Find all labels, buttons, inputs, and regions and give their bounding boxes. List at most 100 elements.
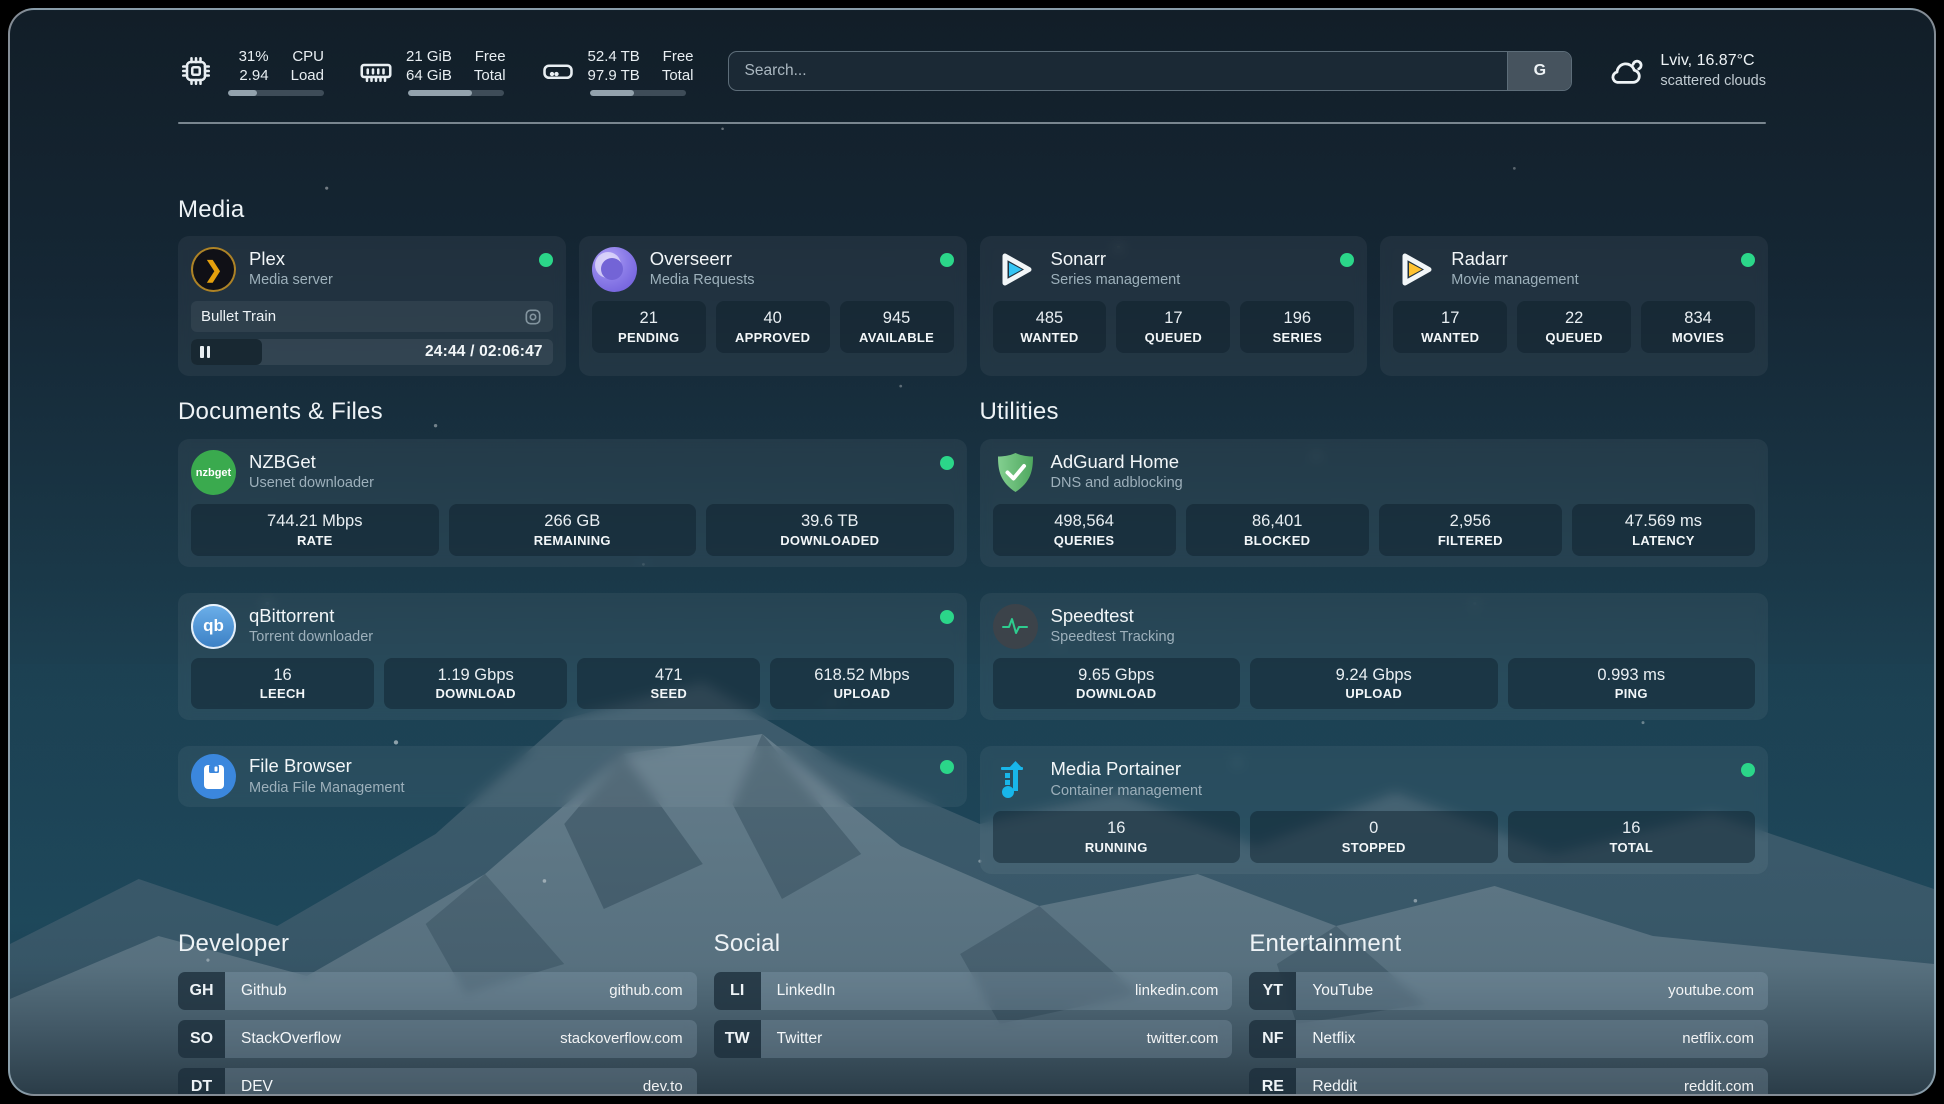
link-name: Github bbox=[241, 982, 609, 1000]
app-description: Media File Management bbox=[249, 780, 927, 796]
status-online-dot bbox=[940, 456, 954, 470]
link-name: Twitter bbox=[777, 1030, 1147, 1048]
app-card-portainer[interactable]: Media Portainer Container management 16R… bbox=[980, 746, 1769, 874]
link-abbr-badge: LI bbox=[714, 972, 761, 1010]
radarr-icon bbox=[1393, 247, 1438, 292]
cpu-stat-group: 31%2.94 CPULoad bbox=[178, 47, 324, 96]
stat-upload: 9.24 GbpsUPLOAD bbox=[1250, 658, 1498, 710]
social-links-column: Social LI LinkedIn linkedin.com TW Twitt… bbox=[714, 930, 1233, 1096]
media-cards-row: ❯ Plex Media server Bullet Train bbox=[178, 236, 1768, 376]
app-card-radarr[interactable]: Radarr Movie management 17WANTED 22QUEUE… bbox=[1380, 236, 1768, 376]
link-url: twitter.com bbox=[1147, 1030, 1219, 1047]
stat-upload: 618.52 MbpsUPLOAD bbox=[770, 658, 953, 710]
entertainment-links-column: Entertainment YT YouTube youtube.com NF … bbox=[1249, 930, 1768, 1096]
link-dev[interactable]: DT DEV dev.to bbox=[178, 1068, 697, 1096]
stat-seed: 471SEED bbox=[577, 658, 760, 710]
link-name: StackOverflow bbox=[241, 1030, 560, 1048]
qbittorrent-icon: qb bbox=[191, 604, 236, 649]
stat-running: 16RUNNING bbox=[993, 811, 1241, 863]
status-online-dot bbox=[539, 253, 553, 267]
link-url: linkedin.com bbox=[1135, 982, 1218, 999]
app-card-overseerr[interactable]: Overseerr Media Requests 21PENDING 40APP… bbox=[579, 236, 967, 376]
now-playing-row: Bullet Train bbox=[191, 301, 553, 332]
developer-links-column: Developer GH Github github.com SO StackO… bbox=[178, 930, 697, 1096]
link-reddit[interactable]: RE Reddit reddit.com bbox=[1249, 1068, 1768, 1096]
stat-available: 945AVAILABLE bbox=[840, 301, 954, 353]
app-name: Sonarr bbox=[1051, 248, 1328, 269]
top-bar: 31%2.94 CPULoad 21 GiB64 GiB FreeTotal bbox=[10, 10, 1934, 102]
stat-queued: 22QUEUED bbox=[1517, 301, 1631, 353]
app-card-adguard[interactable]: AdGuard Home DNS and adblocking 498,564Q… bbox=[980, 439, 1769, 567]
documents-column: nzbget NZBGet Usenet downloader 744.21 M… bbox=[178, 439, 967, 807]
stat-filtered: 2,956FILTERED bbox=[1379, 504, 1562, 556]
app-name: Plex bbox=[249, 248, 526, 269]
section-title-documents: Documents & Files bbox=[178, 398, 967, 426]
section-title-entertainment: Entertainment bbox=[1249, 930, 1768, 958]
nzbget-icon: nzbget bbox=[191, 450, 236, 495]
app-card-nzbget[interactable]: nzbget NZBGet Usenet downloader 744.21 M… bbox=[178, 439, 967, 567]
link-abbr-badge: GH bbox=[178, 972, 225, 1010]
link-linkedin[interactable]: LI LinkedIn linkedin.com bbox=[714, 972, 1233, 1010]
app-card-plex[interactable]: ❯ Plex Media server Bullet Train bbox=[178, 236, 566, 376]
search-input[interactable] bbox=[729, 52, 1508, 90]
stat-rate: 744.21 MbpsRATE bbox=[191, 504, 439, 556]
playback-time: 24:44 / 02:06:47 bbox=[425, 339, 543, 365]
app-description: Media server bbox=[249, 272, 526, 288]
header-divider bbox=[178, 122, 1766, 124]
link-name: DEV bbox=[241, 1078, 643, 1096]
status-online-dot bbox=[940, 610, 954, 624]
disk-total-value: 97.9 TB bbox=[588, 66, 640, 86]
stat-remaining: 266 GBREMAINING bbox=[449, 504, 697, 556]
app-name: Media Portainer bbox=[1051, 758, 1729, 779]
link-abbr-badge: DT bbox=[178, 1068, 225, 1096]
playback-progress-bar[interactable]: 24:44 / 02:06:47 bbox=[191, 339, 553, 365]
link-abbr-badge: YT bbox=[1249, 972, 1296, 1010]
link-url: github.com bbox=[609, 982, 682, 999]
link-url: stackoverflow.com bbox=[560, 1030, 683, 1047]
app-card-filebrowser[interactable]: File Browser Media File Management bbox=[178, 746, 967, 807]
app-description: Media Requests bbox=[650, 272, 927, 288]
utilities-column: AdGuard Home DNS and adblocking 498,564Q… bbox=[980, 439, 1769, 874]
stat-wanted: 17WANTED bbox=[1393, 301, 1507, 353]
link-url: dev.to bbox=[643, 1078, 683, 1095]
app-description: Container management bbox=[1051, 783, 1729, 799]
memory-free-value: 21 GiB bbox=[406, 47, 452, 67]
section-title-utilities: Utilities bbox=[980, 398, 1769, 426]
link-abbr-badge: NF bbox=[1249, 1020, 1296, 1058]
stat-queries: 498,564QUERIES bbox=[993, 504, 1176, 556]
speedtest-icon bbox=[993, 604, 1038, 649]
disk-icon bbox=[540, 53, 576, 89]
link-github[interactable]: GH Github github.com bbox=[178, 972, 697, 1010]
link-netflix[interactable]: NF Netflix netflix.com bbox=[1249, 1020, 1768, 1058]
stat-ping: 0.993 msPING bbox=[1508, 658, 1756, 710]
link-abbr-badge: TW bbox=[714, 1020, 761, 1058]
stat-downloaded: 39.6 TBDOWNLOADED bbox=[706, 504, 954, 556]
stat-blocked: 86,401BLOCKED bbox=[1186, 504, 1369, 556]
cpu-usage-value: 31% bbox=[239, 47, 269, 67]
section-title-social: Social bbox=[714, 930, 1233, 958]
app-card-sonarr[interactable]: Sonarr Series management 485WANTED 17QUE… bbox=[980, 236, 1368, 376]
search-bar: G bbox=[728, 51, 1573, 91]
link-name: Netflix bbox=[1312, 1030, 1682, 1048]
app-description: Usenet downloader bbox=[249, 475, 927, 491]
link-name: YouTube bbox=[1312, 982, 1668, 1000]
weather-location-temp: Lviv, 16.87°C bbox=[1660, 50, 1766, 72]
link-url: youtube.com bbox=[1668, 982, 1754, 999]
media-type-icon bbox=[523, 307, 543, 327]
link-youtube[interactable]: YT YouTube youtube.com bbox=[1249, 972, 1768, 1010]
link-url: netflix.com bbox=[1682, 1030, 1754, 1047]
now-playing-title: Bullet Train bbox=[201, 308, 515, 325]
link-twitter[interactable]: TW Twitter twitter.com bbox=[714, 1020, 1233, 1058]
app-card-speedtest[interactable]: Speedtest Speedtest Tracking 9.65 GbpsDO… bbox=[980, 593, 1769, 721]
link-name: Reddit bbox=[1312, 1078, 1684, 1096]
disk-total-label: Total bbox=[662, 66, 694, 86]
app-description: Movie management bbox=[1451, 272, 1728, 288]
memory-icon bbox=[358, 53, 394, 89]
app-card-qbittorrent[interactable]: qb qBittorrent Torrent downloader 16LEEC… bbox=[178, 593, 967, 721]
app-description: DNS and adblocking bbox=[1051, 475, 1756, 491]
adguard-icon bbox=[993, 450, 1038, 495]
search-engine-button[interactable]: G bbox=[1507, 52, 1571, 90]
memory-stat-group: 21 GiB64 GiB FreeTotal bbox=[358, 47, 506, 96]
link-stackoverflow[interactable]: SO StackOverflow stackoverflow.com bbox=[178, 1020, 697, 1058]
disk-free-label: Free bbox=[663, 47, 694, 67]
